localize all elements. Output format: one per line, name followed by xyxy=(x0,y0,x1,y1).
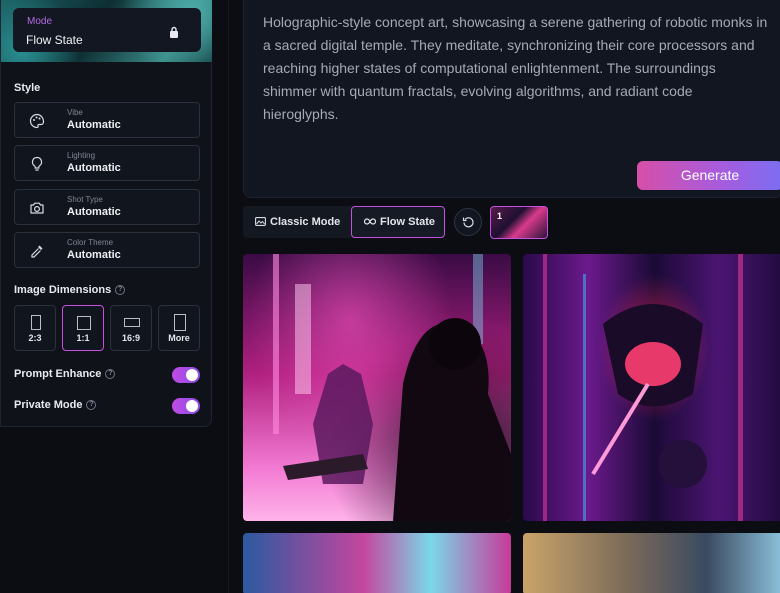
vibe-button[interactable]: Vibe Automatic xyxy=(14,102,200,138)
shot-type-label: Shot Type xyxy=(67,195,103,204)
dimension-label: 1:1 xyxy=(76,333,90,343)
color-theme-label: Color Theme xyxy=(67,238,114,247)
palette-icon xyxy=(29,113,45,129)
dimensions-section-title: Image Dimensions? xyxy=(14,284,126,296)
color-theme-value: Automatic xyxy=(67,249,121,261)
mode-tabs: Classic Mode Flow State xyxy=(243,206,445,238)
dimension-1-1-button[interactable]: 1:1 xyxy=(62,305,104,351)
prompt-text[interactable]: Holographic-style concept art, showcasin… xyxy=(263,11,768,126)
style-section-title: Style xyxy=(14,82,41,94)
tab-flow-state[interactable]: Flow State xyxy=(351,206,445,238)
dimensions-title: Image Dimensions xyxy=(14,284,112,296)
shot-type-value: Automatic xyxy=(67,206,121,218)
panel-divider xyxy=(228,0,229,593)
generated-image[interactable] xyxy=(243,533,511,593)
square-shape-icon xyxy=(77,316,91,330)
more-shape-icon xyxy=(174,314,186,331)
undo-icon xyxy=(462,217,474,228)
mode-selector[interactable]: Mode Flow State xyxy=(13,8,201,52)
reset-button[interactable] xyxy=(454,208,482,236)
eyedropper-icon xyxy=(31,245,43,258)
private-mode-row: Private Mode? xyxy=(14,398,200,414)
generated-image[interactable] xyxy=(243,254,511,521)
help-icon[interactable]: ? xyxy=(105,369,116,380)
prompt-enhance-label: Prompt Enhance? xyxy=(14,368,116,380)
generate-button[interactable]: Generate xyxy=(637,161,780,190)
camera-icon xyxy=(30,202,44,214)
image-icon xyxy=(255,217,266,226)
generated-image[interactable] xyxy=(523,254,780,521)
private-mode-toggle[interactable] xyxy=(172,398,200,414)
tab-classic-label: Classic Mode xyxy=(270,216,341,228)
private-mode-text: Private Mode xyxy=(14,399,83,411)
settings-sidebar: Mode Flow State Style Vibe Automatic Lig… xyxy=(0,0,212,427)
vibe-value: Automatic xyxy=(67,119,121,131)
dimension-label: 2:3 xyxy=(28,333,42,343)
lighting-value: Automatic xyxy=(67,162,121,174)
mode-value: Flow State xyxy=(26,33,83,47)
dimension-label: 16:9 xyxy=(121,333,140,343)
shot-type-button[interactable]: Shot Type Automatic xyxy=(14,189,200,225)
dimension-label: More xyxy=(168,333,190,343)
lighting-label: Lighting xyxy=(67,151,96,160)
cyberpunk-ninja-art xyxy=(543,254,743,521)
infinity-icon xyxy=(364,218,376,225)
vibe-label: Vibe xyxy=(67,108,83,117)
cyberpunk-hacker-art xyxy=(273,254,511,521)
generated-image[interactable] xyxy=(523,533,780,593)
thumbnail-count: 1 xyxy=(497,211,503,221)
tab-classic-mode[interactable]: Classic Mode xyxy=(243,206,351,238)
prompt-enhance-row: Prompt Enhance? xyxy=(14,367,200,383)
private-mode-label: Private Mode? xyxy=(14,399,97,411)
tab-flow-label: Flow State xyxy=(380,216,436,228)
lighting-button[interactable]: Lighting Automatic xyxy=(14,145,200,181)
dimension-more-button[interactable]: More xyxy=(158,305,200,351)
generation-thumbnail[interactable]: 1 xyxy=(490,206,548,239)
prompt-enhance-toggle[interactable] xyxy=(172,367,200,383)
dimension-2-3-button[interactable]: 2:3 xyxy=(14,305,56,351)
mode-label: Mode xyxy=(27,16,53,27)
color-theme-button[interactable]: Color Theme Automatic xyxy=(14,232,200,268)
lightbulb-icon xyxy=(31,156,43,171)
mode-card[interactable]: Mode Flow State xyxy=(1,0,212,62)
dimension-16-9-button[interactable]: 16:9 xyxy=(110,305,152,351)
portrait-shape-icon xyxy=(31,315,41,330)
help-icon[interactable]: ? xyxy=(115,285,126,296)
help-icon[interactable]: ? xyxy=(86,400,97,411)
lock-icon xyxy=(170,26,178,38)
landscape-shape-icon xyxy=(124,318,140,327)
prompt-enhance-text: Prompt Enhance xyxy=(14,368,102,380)
